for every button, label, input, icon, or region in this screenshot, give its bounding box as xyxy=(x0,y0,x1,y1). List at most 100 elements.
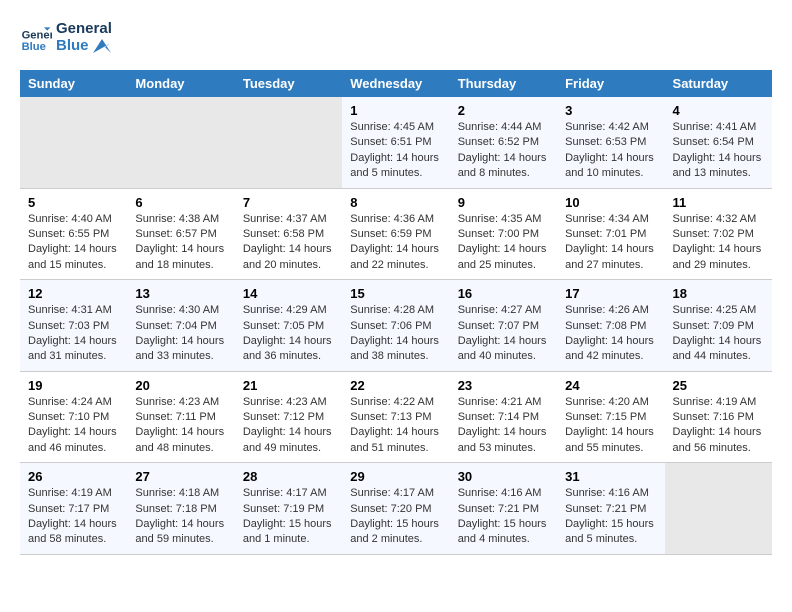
calendar-cell: 11 Sunrise: 4:32 AM Sunset: 7:02 PM Dayli… xyxy=(665,188,772,280)
day-info: Sunrise: 4:30 AM Sunset: 7:04 PM Dayligh… xyxy=(135,303,226,365)
day-number: 29 xyxy=(350,469,441,484)
day-info: Sunrise: 4:24 AM Sunset: 7:10 PM Dayligh… xyxy=(28,395,119,457)
calendar-cell: 21 Sunrise: 4:23 AM Sunset: 7:12 PM Dayli… xyxy=(235,371,342,463)
day-info: Sunrise: 4:40 AM Sunset: 6:55 PM Dayligh… xyxy=(28,212,119,274)
weekday-header-saturday: Saturday xyxy=(665,70,772,97)
weekday-header-friday: Friday xyxy=(557,70,664,97)
calendar-cell: 23Sunrise: 4:21 AM Sunset: 7:14 PM Dayli… xyxy=(450,371,557,463)
day-info: Sunrise: 4:44 AM Sunset: 6:52 PM Dayligh… xyxy=(458,120,549,182)
day-info: Sunrise: 4:18 AM Sunset: 7:18 PM Dayligh… xyxy=(135,486,226,548)
day-number: 6 xyxy=(135,195,226,210)
calendar-week-row: 19 Sunrise: 4:24 AM Sunset: 7:10 PM Dayli… xyxy=(20,371,772,463)
weekday-header-wednesday: Wednesday xyxy=(342,70,449,97)
day-info: Sunrise: 4:38 AM Sunset: 6:57 PM Dayligh… xyxy=(135,212,226,274)
day-number: 16 xyxy=(458,286,549,301)
calendar-cell: 13 Sunrise: 4:30 AM Sunset: 7:04 PM Dayli… xyxy=(127,280,234,372)
day-number: 28 xyxy=(243,469,334,484)
day-number: 11 xyxy=(673,195,764,210)
calendar-week-row: 12Sunrise: 4:31 AM Sunset: 7:03 PM Dayli… xyxy=(20,280,772,372)
calendar-cell: 31Sunrise: 4:16 AM Sunset: 7:21 PM Dayli… xyxy=(557,463,664,555)
calendar-cell: 30Sunrise: 4:16 AM Sunset: 7:21 PM Dayli… xyxy=(450,463,557,555)
day-number: 9 xyxy=(458,195,549,210)
calendar-week-row: 26 Sunrise: 4:19 AM Sunset: 7:17 PM Dayli… xyxy=(20,463,772,555)
calendar-cell: 29 Sunrise: 4:17 AM Sunset: 7:20 PM Dayli… xyxy=(342,463,449,555)
logo-arrow-icon xyxy=(93,39,111,53)
calendar-cell: 7 Sunrise: 4:37 AM Sunset: 6:58 PM Daylig… xyxy=(235,188,342,280)
day-number: 7 xyxy=(243,195,334,210)
calendar-cell: 24 Sunrise: 4:20 AM Sunset: 7:15 PM Dayli… xyxy=(557,371,664,463)
logo: General Blue General Blue xyxy=(20,20,112,54)
day-info: Sunrise: 4:32 AM Sunset: 7:02 PM Dayligh… xyxy=(673,212,764,274)
day-info: Sunrise: 4:17 AM Sunset: 7:20 PM Dayligh… xyxy=(350,486,441,548)
calendar-cell xyxy=(235,97,342,188)
day-number: 2 xyxy=(458,103,549,118)
day-number: 20 xyxy=(135,378,226,393)
day-number: 21 xyxy=(243,378,334,393)
day-number: 13 xyxy=(135,286,226,301)
day-number: 25 xyxy=(673,378,764,393)
day-number: 8 xyxy=(350,195,441,210)
calendar-cell: 22 Sunrise: 4:22 AM Sunset: 7:13 PM Dayli… xyxy=(342,371,449,463)
day-number: 19 xyxy=(28,378,119,393)
weekday-header-row: SundayMondayTuesdayWednesdayThursdayFrid… xyxy=(20,70,772,97)
weekday-header-thursday: Thursday xyxy=(450,70,557,97)
day-info: Sunrise: 4:37 AM Sunset: 6:58 PM Dayligh… xyxy=(243,212,334,274)
day-info: Sunrise: 4:17 AM Sunset: 7:19 PM Dayligh… xyxy=(243,486,334,548)
day-number: 26 xyxy=(28,469,119,484)
day-number: 24 xyxy=(565,378,656,393)
day-number: 22 xyxy=(350,378,441,393)
calendar-cell: 19 Sunrise: 4:24 AM Sunset: 7:10 PM Dayli… xyxy=(20,371,127,463)
calendar-cell xyxy=(20,97,127,188)
calendar-cell xyxy=(127,97,234,188)
day-number: 5 xyxy=(28,195,119,210)
day-info: Sunrise: 4:22 AM Sunset: 7:13 PM Dayligh… xyxy=(350,395,441,457)
calendar-cell: 16 Sunrise: 4:27 AM Sunset: 7:07 PM Dayli… xyxy=(450,280,557,372)
day-info: Sunrise: 4:16 AM Sunset: 7:21 PM Dayligh… xyxy=(565,486,656,548)
day-number: 12 xyxy=(28,286,119,301)
day-info: Sunrise: 4:34 AM Sunset: 7:01 PM Dayligh… xyxy=(565,212,656,274)
day-number: 4 xyxy=(673,103,764,118)
day-info: Sunrise: 4:19 AM Sunset: 7:16 PM Dayligh… xyxy=(673,395,764,457)
calendar-cell: 9 Sunrise: 4:35 AM Sunset: 7:00 PM Daylig… xyxy=(450,188,557,280)
day-info: Sunrise: 4:35 AM Sunset: 7:00 PM Dayligh… xyxy=(458,212,549,274)
day-info: Sunrise: 4:27 AM Sunset: 7:07 PM Dayligh… xyxy=(458,303,549,365)
calendar-cell: 18 Sunrise: 4:25 AM Sunset: 7:09 PM Dayli… xyxy=(665,280,772,372)
weekday-header-tuesday: Tuesday xyxy=(235,70,342,97)
day-info: Sunrise: 4:29 AM Sunset: 7:05 PM Dayligh… xyxy=(243,303,334,365)
day-number: 18 xyxy=(673,286,764,301)
calendar-table: SundayMondayTuesdayWednesdayThursdayFrid… xyxy=(20,70,772,555)
day-info: Sunrise: 4:45 AM Sunset: 6:51 PM Dayligh… xyxy=(350,120,441,182)
day-number: 30 xyxy=(458,469,549,484)
weekday-header-sunday: Sunday xyxy=(20,70,127,97)
day-number: 27 xyxy=(135,469,226,484)
calendar-cell: 5 Sunrise: 4:40 AM Sunset: 6:55 PM Daylig… xyxy=(20,188,127,280)
calendar-cell: 10Sunrise: 4:34 AM Sunset: 7:01 PM Dayli… xyxy=(557,188,664,280)
day-info: Sunrise: 4:23 AM Sunset: 7:12 PM Dayligh… xyxy=(243,395,334,457)
day-info: Sunrise: 4:19 AM Sunset: 7:17 PM Dayligh… xyxy=(28,486,119,548)
calendar-cell xyxy=(665,463,772,555)
calendar-cell: 12Sunrise: 4:31 AM Sunset: 7:03 PM Dayli… xyxy=(20,280,127,372)
day-info: Sunrise: 4:20 AM Sunset: 7:15 PM Dayligh… xyxy=(565,395,656,457)
page-header: General Blue General Blue xyxy=(20,20,772,54)
calendar-cell: 26 Sunrise: 4:19 AM Sunset: 7:17 PM Dayli… xyxy=(20,463,127,555)
weekday-header-monday: Monday xyxy=(127,70,234,97)
day-info: Sunrise: 4:25 AM Sunset: 7:09 PM Dayligh… xyxy=(673,303,764,365)
logo-general: General xyxy=(56,20,112,37)
day-number: 17 xyxy=(565,286,656,301)
calendar-header: SundayMondayTuesdayWednesdayThursdayFrid… xyxy=(20,70,772,97)
day-info: Sunrise: 4:23 AM Sunset: 7:11 PM Dayligh… xyxy=(135,395,226,457)
calendar-cell: 27 Sunrise: 4:18 AM Sunset: 7:18 PM Dayli… xyxy=(127,463,234,555)
calendar-week-row: 5 Sunrise: 4:40 AM Sunset: 6:55 PM Daylig… xyxy=(20,188,772,280)
svg-text:General: General xyxy=(22,30,52,42)
svg-text:Blue: Blue xyxy=(22,41,46,53)
calendar-cell: 28 Sunrise: 4:17 AM Sunset: 7:19 PM Dayli… xyxy=(235,463,342,555)
calendar-cell: 6 Sunrise: 4:38 AM Sunset: 6:57 PM Daylig… xyxy=(127,188,234,280)
day-info: Sunrise: 4:41 AM Sunset: 6:54 PM Dayligh… xyxy=(673,120,764,182)
calendar-cell: 1Sunrise: 4:45 AM Sunset: 6:51 PM Daylig… xyxy=(342,97,449,188)
day-number: 3 xyxy=(565,103,656,118)
day-info: Sunrise: 4:36 AM Sunset: 6:59 PM Dayligh… xyxy=(350,212,441,274)
calendar-cell: 17Sunrise: 4:26 AM Sunset: 7:08 PM Dayli… xyxy=(557,280,664,372)
day-number: 23 xyxy=(458,378,549,393)
calendar-cell: 14Sunrise: 4:29 AM Sunset: 7:05 PM Dayli… xyxy=(235,280,342,372)
calendar-cell: 3Sunrise: 4:42 AM Sunset: 6:53 PM Daylig… xyxy=(557,97,664,188)
